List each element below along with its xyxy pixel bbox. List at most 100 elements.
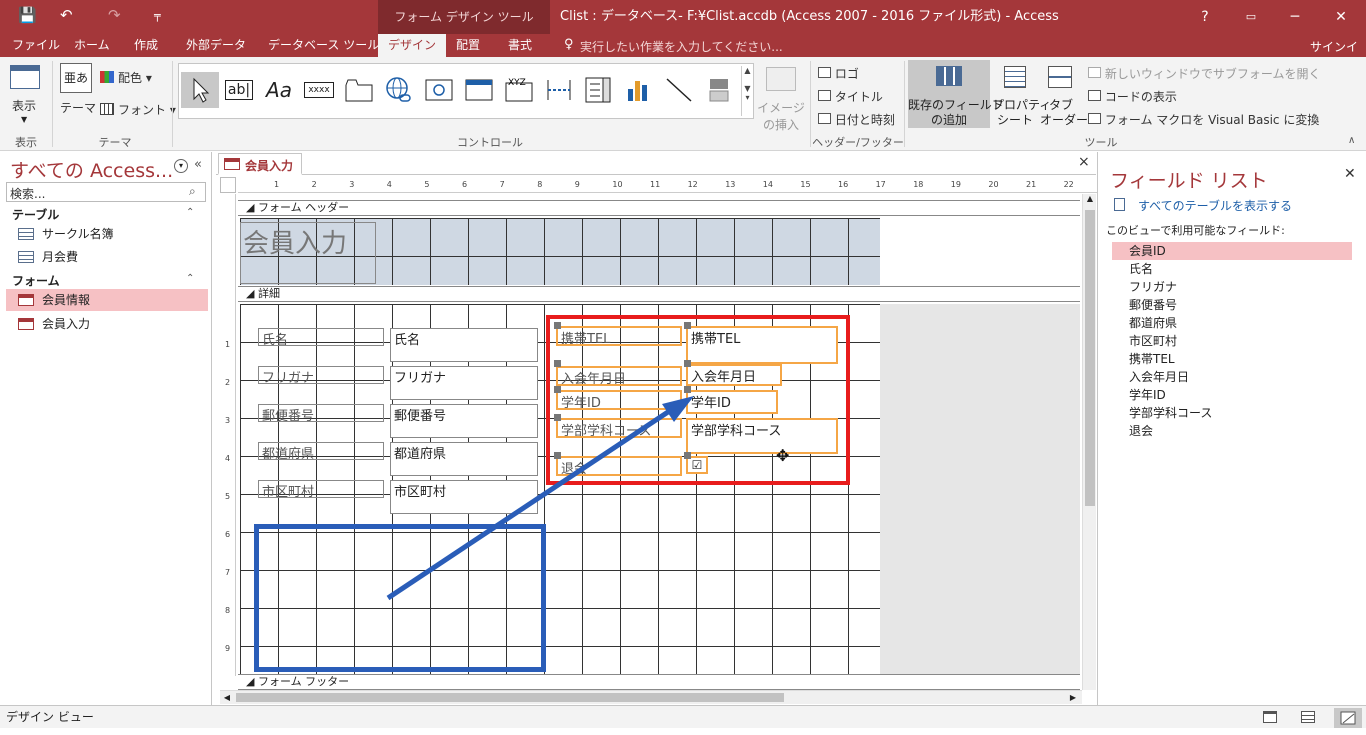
toggle-button-icon[interactable] (701, 72, 737, 108)
theme-button[interactable]: 亜あ テーマ (58, 63, 96, 125)
controls-gallery[interactable]: ab| Aa xxxx XYZ ▲ ▼ ▾ (178, 63, 754, 119)
field-item-name[interactable]: 氏名 (1112, 260, 1352, 278)
field-item-mobile-tel[interactable]: 携帯TEL (1112, 350, 1352, 368)
scroll-up-icon[interactable]: ▲ (1083, 194, 1097, 208)
group-label-view: 表示 (15, 136, 37, 149)
theme-icon: 亜あ (60, 63, 92, 93)
nav-group-forms[interactable]: フォーム (12, 272, 60, 289)
form-footer-bar[interactable]: ◢ フォーム フッター (238, 674, 1080, 690)
form-view-icon[interactable] (1263, 711, 1277, 723)
undo-icon[interactable]: ↶ (60, 6, 73, 24)
tab-control-icon[interactable] (341, 72, 377, 108)
tab-database-tools[interactable]: データベース ツール (258, 34, 389, 57)
add-fields-label-1: 既存のフィールド (908, 98, 1004, 112)
label-icon[interactable]: Aa (261, 72, 297, 108)
tell-me-input[interactable]: 実行したい作業を入力してください... (580, 38, 783, 55)
colors-label: 配色 (118, 71, 143, 85)
nav-menu-chevron-icon[interactable]: ▾ (174, 159, 188, 173)
nav-item-circle-roster[interactable]: サークル名簿 (6, 223, 208, 245)
field-item-grade-id[interactable]: 学年ID (1112, 386, 1352, 404)
datetime-button[interactable]: 日付と時刻 (818, 111, 895, 128)
nav-item-monthly-fee[interactable]: 月会費 (6, 246, 208, 268)
layout-view-icon[interactable] (1301, 711, 1315, 723)
hyperlink-icon[interactable] (381, 72, 417, 108)
field-item-postal-code[interactable]: 郵便番号 (1112, 296, 1352, 314)
field-item-join-date[interactable]: 入会年月日 (1112, 368, 1352, 386)
qat-customize-icon[interactable]: ╤ (154, 9, 161, 22)
web-browser-icon[interactable] (421, 72, 457, 108)
title-button[interactable]: タイトル (818, 88, 883, 105)
search-icon[interactable]: ⌕ (189, 184, 196, 199)
option-group-icon[interactable]: XYZ (501, 72, 537, 108)
convert-macro-button[interactable]: フォーム マクロを Visual Basic に変換 (1088, 111, 1319, 128)
design-view-button[interactable] (1334, 708, 1362, 728)
add-fields-label-2: の追加 (930, 113, 967, 127)
nav-search-box[interactable]: 検索... ⌕ (6, 182, 206, 202)
fonts-button[interactable]: フォント ▾ (118, 101, 176, 118)
help-button[interactable]: ? (1182, 0, 1228, 34)
button-control-icon[interactable]: xxxx (301, 72, 337, 108)
nav-search-input[interactable]: 検索... (10, 185, 45, 202)
add-existing-fields-button[interactable]: 既存のフィールド の追加 (908, 60, 1004, 128)
close-window-button[interactable]: ✕ (1318, 0, 1364, 34)
close-field-list-icon[interactable]: ✕ (1344, 166, 1356, 182)
tab-design[interactable]: デザイン (378, 34, 447, 57)
combo-box-icon[interactable] (581, 72, 617, 108)
horizontal-scroll-thumb[interactable] (236, 693, 784, 702)
vertical-scrollbar[interactable]: ▲ (1082, 194, 1096, 690)
tab-home[interactable]: ホーム (64, 34, 120, 57)
insert-image-button[interactable]: イメージ の挿入 (756, 99, 806, 133)
collapse-tables-icon[interactable]: ⌃ (186, 207, 194, 218)
field-list-title: フィールド リスト (1110, 170, 1268, 192)
navigation-control-icon[interactable] (461, 72, 497, 108)
line-icon[interactable] (661, 72, 697, 108)
field-item-prefecture[interactable]: 都道府県 (1112, 314, 1352, 332)
nav-item-member-info[interactable]: 会員情報 (6, 289, 208, 311)
collapse-ribbon-icon[interactable]: ∧ (1348, 135, 1355, 146)
nav-item-member-entry[interactable]: 会員入力 (6, 313, 208, 335)
property-sheet-button[interactable]: プロパティ シート (992, 60, 1051, 128)
field-list-pane: フィールド リスト ✕ すべてのテーブルを表示する このビューで利用可能なフィー… (1097, 152, 1366, 705)
insert-image-icon (766, 67, 796, 91)
insert-image-label-2: の挿入 (762, 118, 799, 132)
field-item-withdrawn[interactable]: 退会 (1112, 422, 1352, 440)
field-item-city[interactable]: 市区町村 (1112, 332, 1352, 350)
option-group-glyph: XYZ (508, 78, 526, 88)
tab-create[interactable]: 作成 (124, 34, 168, 57)
scroll-left-icon[interactable]: ◀ (220, 691, 234, 704)
form-icon (18, 294, 34, 306)
select-pointer-icon[interactable] (181, 72, 219, 108)
scroll-right-icon[interactable]: ▶ (1066, 691, 1080, 704)
page-break-icon[interactable] (541, 72, 577, 108)
ribbon-display-options-icon[interactable]: ▭ (1228, 0, 1274, 34)
tab-file[interactable]: ファイル (2, 34, 70, 57)
logo-button[interactable]: ロゴ (818, 65, 859, 82)
minimize-button[interactable]: ─ (1272, 0, 1318, 34)
tab-order-button[interactable]: タブ オーダー (1040, 60, 1088, 128)
field-item-furigana[interactable]: フリガナ (1112, 278, 1352, 296)
nav-title[interactable]: すべての Access... (10, 156, 173, 183)
tab-external-data[interactable]: 外部データ (176, 34, 256, 57)
save-icon[interactable]: 💾 (18, 6, 37, 24)
view-code-button[interactable]: コードの表示 (1088, 88, 1177, 105)
textbox-icon[interactable]: ab| (221, 72, 257, 108)
redo-icon[interactable]: ↷ (108, 6, 121, 24)
chart-icon[interactable] (621, 72, 657, 108)
subform-new-window-button[interactable]: 新しいウィンドウでサブフォームを開く (1088, 65, 1320, 82)
field-item-faculty-course[interactable]: 学部学科コース (1112, 404, 1352, 422)
field-item-member-id[interactable]: 会員ID (1112, 242, 1352, 260)
gallery-scroll[interactable]: ▲ ▼ ▾ (741, 66, 753, 116)
nav-group-tables[interactable]: テーブル (12, 206, 59, 223)
convert-macro-label: フォーム マクロを Visual Basic に変換 (1104, 113, 1320, 127)
property-sheet-icon (1004, 66, 1026, 88)
tab-arrange[interactable]: 配置 (446, 34, 490, 57)
show-all-tables-link[interactable]: すべてのテーブルを表示する (1138, 197, 1292, 214)
tab-format[interactable]: 書式 (498, 34, 542, 57)
horizontal-scrollbar[interactable]: ◀ ▶ (220, 690, 1082, 704)
collapse-forms-icon[interactable]: ⌃ (186, 273, 194, 284)
vertical-scroll-thumb[interactable] (1085, 210, 1095, 506)
fonts-label: フォント (118, 103, 167, 117)
colors-button[interactable]: 配色 ▾ (118, 69, 152, 86)
collapse-nav-icon[interactable]: « (194, 157, 202, 172)
ribbon: 表示 ▼ 表示 亜あ テーマ 配色 ▾ フォント ▾ テーマ ab| Aa xx… (0, 57, 1366, 151)
